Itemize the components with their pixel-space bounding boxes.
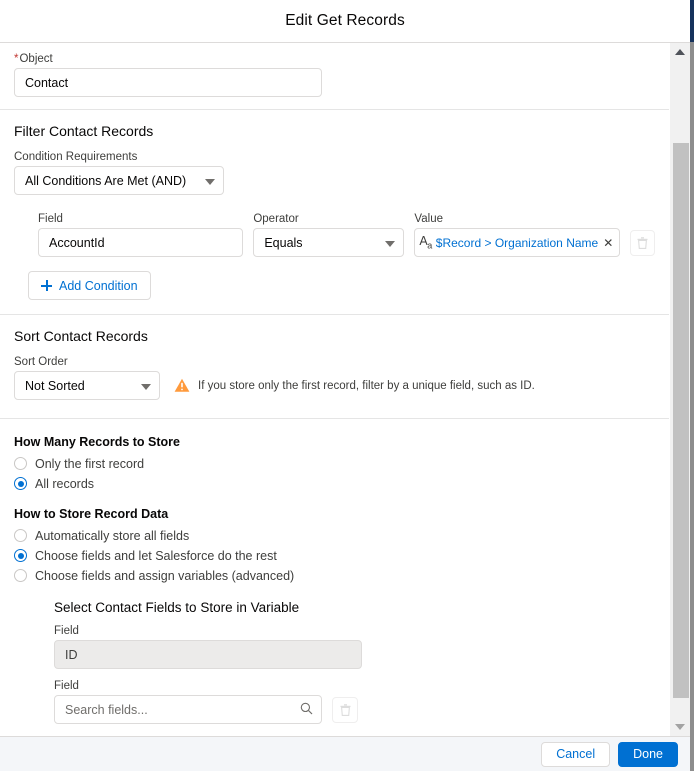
condition-field-col: Field — [38, 213, 244, 257]
vertical-scrollbar[interactable] — [669, 43, 690, 736]
object-input[interactable] — [14, 68, 322, 97]
radio-choose-fields-assign-variables[interactable]: Choose fields and assign variables (adva… — [14, 566, 655, 585]
scrollbar-thumb[interactable] — [673, 143, 689, 698]
warning-icon — [174, 378, 190, 392]
radio-all-records[interactable]: All records — [14, 474, 655, 493]
field-select-panel: Select Contact Fields to Store in Variab… — [14, 586, 655, 736]
store-section: How Many Records to Store Only the first… — [0, 419, 669, 736]
trash-icon — [637, 237, 648, 249]
modal-body: *Object Filter Contact Records Condition… — [0, 43, 669, 736]
condition-value-input[interactable]: Aa $Record > Organization Name ✕ — [414, 228, 620, 257]
field-select-title: Select Contact Fields to Store in Variab… — [54, 600, 300, 615]
search-fields-wrapper — [54, 695, 322, 724]
search-fields-input[interactable] — [54, 695, 322, 724]
filter-section: Filter Contact Records Condition Require… — [0, 110, 669, 314]
delete-condition-button[interactable] — [629, 230, 655, 256]
add-condition-row: Add Condition — [14, 257, 655, 314]
radio-label: Automatically store all fields — [35, 528, 190, 543]
trash-icon — [340, 703, 350, 716]
close-icon[interactable]: ✕ — [603, 236, 613, 250]
add-condition-label: Add Condition — [59, 278, 138, 293]
outer-page-strip-top — [690, 0, 694, 42]
radio-indicator — [14, 457, 27, 470]
modal-footer: Cancel Done — [0, 736, 690, 771]
radio-automatically-store-all-fields[interactable]: Automatically store all fields — [14, 526, 655, 545]
modal-title: Edit Get Records — [285, 12, 405, 29]
scroll-up-arrow[interactable] — [670, 43, 690, 61]
object-label-text: Object — [19, 53, 53, 65]
radio-label: All records — [35, 476, 95, 491]
condition-value-col: Value Aa $Record > Organization Name ✕ — [414, 213, 620, 257]
condition-requirements-input[interactable] — [14, 166, 224, 195]
radio-only-first-record[interactable]: Only the first record — [14, 454, 655, 473]
outer-page-strip — [690, 42, 694, 771]
plus-icon — [41, 280, 52, 291]
field-row-1: Field — [54, 625, 655, 669]
radio-indicator — [14, 549, 27, 562]
sort-warning: If you store only the first record, filt… — [174, 378, 535, 393]
add-condition-button[interactable]: Add Condition — [28, 271, 151, 300]
object-section: *Object — [0, 43, 669, 109]
merge-field-pill[interactable]: Aa $Record > Organization Name ✕ — [419, 235, 613, 251]
object-label: *Object — [14, 53, 655, 65]
condition-operator-label: Operator — [253, 213, 299, 225]
condition-requirements-combobox[interactable] — [14, 166, 224, 195]
filter-section-heading: Filter Contact Records — [14, 123, 154, 139]
sort-section-heading: Sort Contact Records — [14, 328, 148, 344]
sort-order-row: If you store only the first record, filt… — [14, 371, 655, 418]
radio-indicator — [14, 569, 27, 582]
field-row-2: Field — [54, 680, 655, 724]
field-row-1-input[interactable] — [54, 640, 362, 669]
sort-order-label: Sort Order — [14, 356, 68, 368]
sort-order-combobox[interactable] — [14, 371, 160, 400]
condition-operator-input[interactable] — [253, 228, 405, 257]
condition-value-label: Value — [414, 213, 443, 225]
required-asterisk: * — [14, 53, 19, 65]
how-many-records-heading: How Many Records to Store — [14, 435, 180, 449]
sort-section: Sort Contact Records Sort Order If you s — [0, 315, 669, 418]
radio-indicator — [14, 529, 27, 542]
text-format-icon: Aa — [419, 234, 432, 251]
field-row-2-controls — [54, 695, 655, 724]
radio-indicator — [14, 477, 27, 490]
merge-field-pill-label: $Record > Organization Name — [435, 235, 599, 250]
radio-label: Choose fields and assign variables (adva… — [35, 568, 295, 583]
field-row-1-label: Field — [54, 625, 79, 637]
radio-choose-fields-salesforce[interactable]: Choose fields and let Salesforce do the … — [14, 546, 655, 565]
delete-field-button[interactable] — [332, 696, 358, 723]
field-row-2-label: Field — [54, 680, 79, 692]
condition-field-label: Field — [38, 213, 63, 225]
condition-requirements-label: Condition Requirements — [14, 151, 138, 163]
modal-body-wrapper: *Object Filter Contact Records Condition… — [0, 43, 690, 736]
condition-row: Field Operator Value — [14, 213, 655, 257]
add-field-row: Add Field — [54, 724, 655, 736]
edit-get-records-modal: Edit Get Records *Object Filter Contact … — [0, 0, 690, 771]
sort-order-input[interactable] — [14, 371, 160, 400]
condition-operator-combobox[interactable] — [253, 228, 405, 257]
done-button[interactable]: Done — [618, 741, 678, 767]
scroll-down-arrow[interactable] — [670, 718, 690, 736]
modal-header: Edit Get Records — [0, 0, 690, 43]
cancel-button[interactable]: Cancel — [541, 741, 611, 767]
radio-label: Only the first record — [35, 456, 145, 471]
sort-warning-text: If you store only the first record, filt… — [198, 379, 535, 392]
radio-label: Choose fields and let Salesforce do the … — [35, 548, 277, 563]
condition-field-input[interactable] — [38, 228, 244, 257]
how-to-store-heading: How to Store Record Data — [14, 507, 169, 521]
condition-operator-col: Operator — [253, 213, 405, 257]
